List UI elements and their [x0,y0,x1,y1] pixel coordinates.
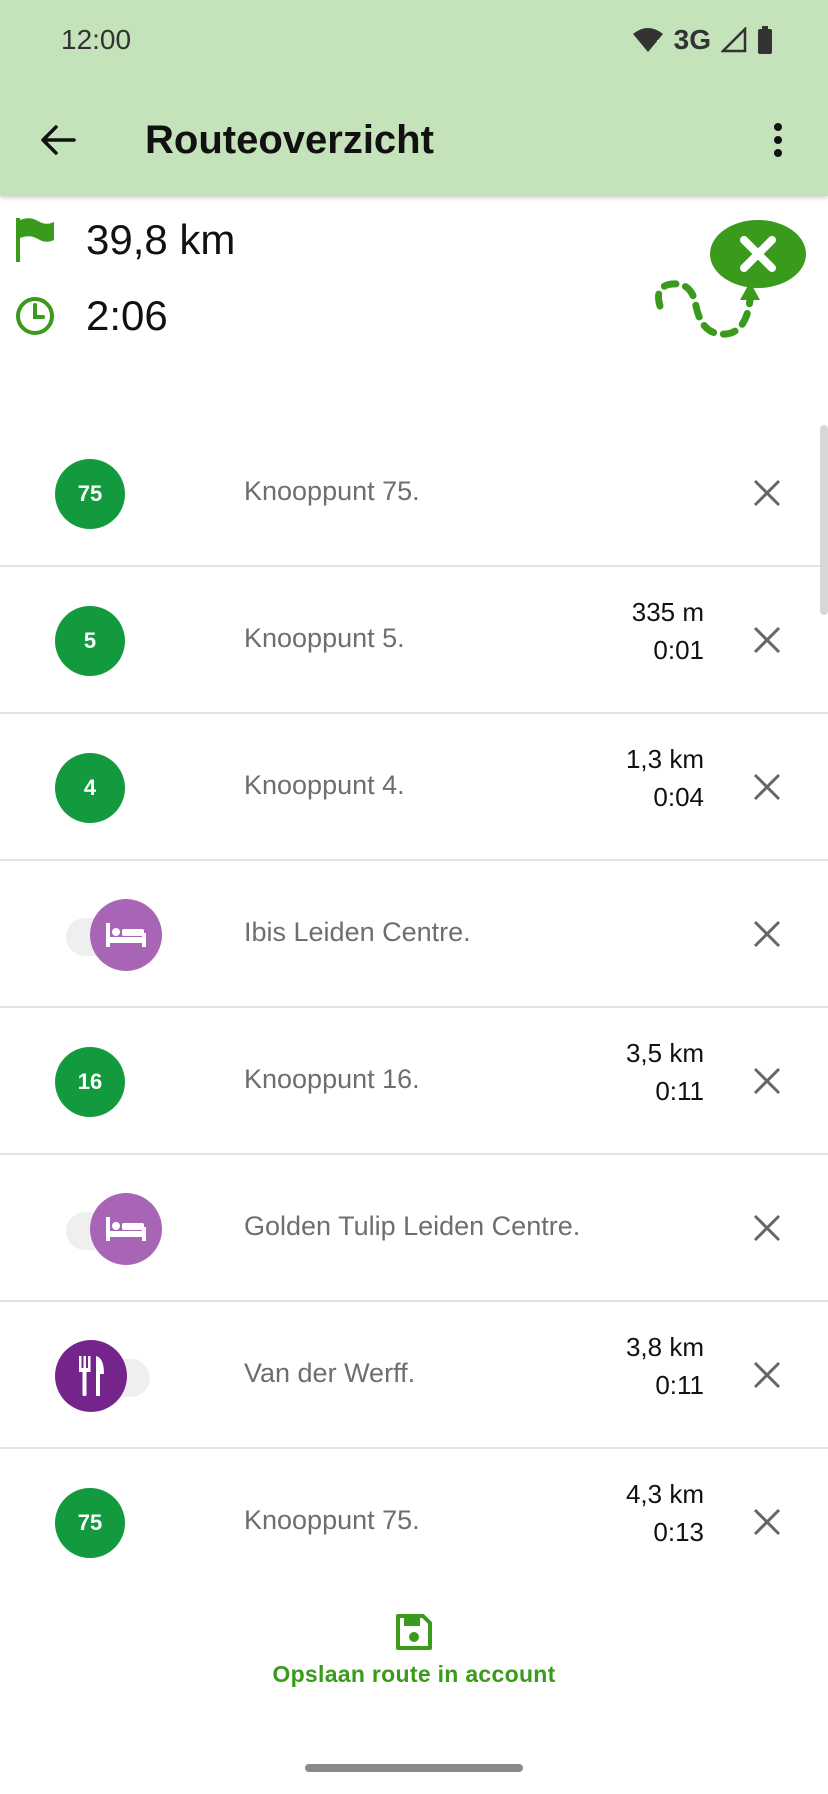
leg-distance: 1,3 km [625,744,704,774]
scrollbar-thumb[interactable] [820,425,828,615]
list-item[interactable]: Van der Werff. 3,8 km 0:11 [0,1302,828,1449]
leg-distance: 4,3 km [625,1479,704,1509]
point-label: Knooppunt 75. [244,1505,420,1535]
point-label: Golden Tulip Leiden Centre. [244,1211,581,1241]
point-label: Van der Werff. [244,1358,416,1388]
leg-distance: 335 m [631,597,704,627]
remove-point-button[interactable] [742,909,792,959]
node-badge: 5 [55,606,125,676]
flag-icon [16,218,54,262]
close-icon [753,920,781,948]
point-label: Knooppunt 4. [244,770,405,800]
close-icon [753,626,781,654]
more-vertical-icon [774,123,782,157]
duration-row: 2:06 [14,292,168,340]
clock-icon [16,297,54,335]
node-badge: 75 [55,1488,125,1558]
node-badge: 4 [55,753,125,823]
back-button[interactable] [26,108,90,172]
point-label: Knooppunt 16. [244,1064,420,1094]
page-title: Routeoverzicht [145,118,434,162]
close-icon [753,1214,781,1242]
poi-toggle-knob[interactable] [90,1193,162,1265]
overflow-menu-button[interactable] [754,108,802,172]
leg-info: 335 m 0:01 [632,593,704,669]
close-icon [753,1361,781,1389]
list-item[interactable]: 75 Knooppunt 75. 4,3 km 0:13 [0,1449,828,1585]
total-distance: 39,8 km [86,216,236,263]
list-item[interactable]: Ibis Leiden Centre. [0,861,828,1008]
wifi-icon [632,28,663,53]
leg-time: 0:01 [653,635,704,665]
remove-point-button[interactable] [742,1056,792,1106]
status-time: 12:00 [61,24,132,55]
list-item[interactable]: 16 Knooppunt 16. 3,5 km 0:11 [0,1008,828,1155]
close-icon [753,1508,781,1536]
remove-point-button[interactable] [742,1203,792,1253]
close-icon [753,773,781,801]
point-label: Knooppunt 5. [244,623,405,653]
save-bar: Opslaan route in account [0,1585,828,1725]
save-route-label: Opslaan route in account [272,1660,556,1687]
leg-info: 1,3 km 0:04 [626,740,704,816]
list-item[interactable]: 4 Knooppunt 4. 1,3 km 0:04 [0,714,828,861]
poi-toggle-knob[interactable] [90,899,162,971]
leg-info: 3,8 km 0:11 [626,1328,704,1404]
leg-time: 0:13 [653,1517,704,1547]
leg-time: 0:04 [653,782,704,812]
route-summary: 39,8 km 2:06 [0,196,828,396]
leg-distance: 3,5 km [625,1038,704,1068]
clear-route-button[interactable] [640,216,810,366]
poi-toggle-knob[interactable] [55,1340,127,1412]
battery-icon [758,26,772,54]
save-route-button[interactable]: Opslaan route in account [0,1595,828,1705]
route-points-list[interactable]: 75 Knooppunt 75. 5 Knooppunt 5. 335 m 0:… [0,420,828,1585]
list-item[interactable]: 75 Knooppunt 75. [0,420,828,567]
remove-point-button[interactable] [742,1497,792,1547]
app-bar: 12:00 3G Routeoverzicht [0,0,828,196]
bed-icon [106,923,146,947]
remove-point-button[interactable] [742,468,792,518]
leg-info: 3,5 km 0:11 [626,1034,704,1110]
point-label: Knooppunt 75. [244,476,420,506]
leg-time: 0:11 [655,1076,704,1106]
remove-point-button[interactable] [742,762,792,812]
home-indicator[interactable] [305,1764,523,1772]
close-icon [753,479,781,507]
node-badge: 75 [55,459,125,529]
bed-icon [106,1217,146,1241]
route-close-icon [655,220,806,338]
node-badge: 16 [55,1047,125,1117]
leg-info: 4,3 km 0:13 [626,1475,704,1551]
signal-icon [721,27,747,53]
arrow-left-icon [41,125,76,155]
status-bar: 12:00 3G [0,0,828,84]
distance-row: 39,8 km [14,216,235,264]
fork-knife-icon [79,1356,104,1396]
list-item[interactable]: Golden Tulip Leiden Centre. [0,1155,828,1302]
toolbar: Routeoverzicht [0,100,828,180]
close-icon [753,1067,781,1095]
save-icon [396,1613,432,1650]
network-type: 3G [673,24,711,55]
remove-point-button[interactable] [742,615,792,665]
total-duration: 2:06 [86,292,168,339]
leg-time: 0:11 [655,1370,704,1400]
status-icons: 3G [632,24,773,56]
point-label: Ibis Leiden Centre. [244,917,471,947]
leg-distance: 3,8 km [625,1332,704,1362]
list-item[interactable]: 5 Knooppunt 5. 335 m 0:01 [0,567,828,714]
remove-point-button[interactable] [742,1350,792,1400]
